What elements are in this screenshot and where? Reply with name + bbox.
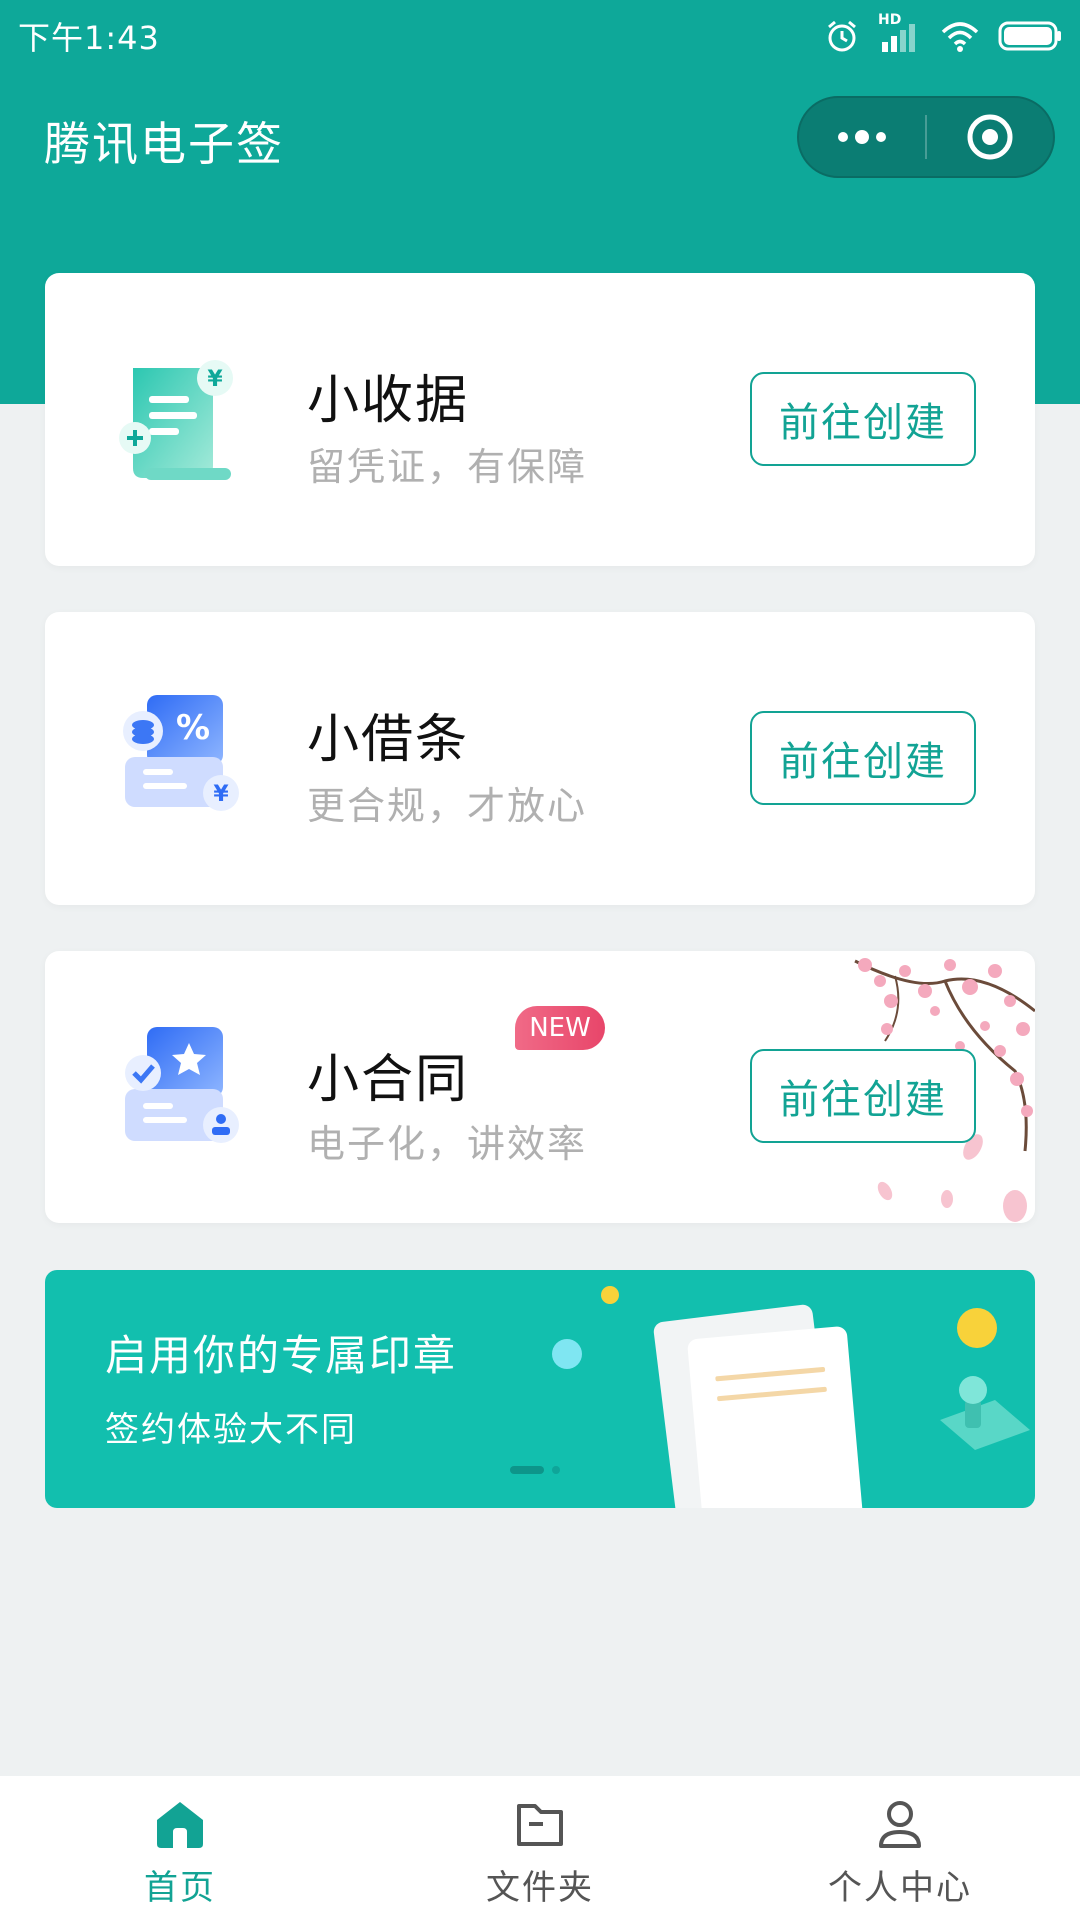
home-icon (157, 1802, 203, 1848)
banner-pagination (510, 1466, 560, 1474)
tab-label: 个人中心 (828, 1868, 972, 1908)
tab-label: 首页 (144, 1868, 216, 1908)
card-subtitle: 更合规，才放心 (307, 784, 588, 828)
wifi-icon (941, 22, 979, 52)
tab-profile[interactable]: 个人中心 (720, 1776, 1080, 1909)
bottom-tabbar: 首页 文件夹 个人中心 (0, 1776, 1080, 1920)
iou-card[interactable]: % ¥ 小借条 更合规，才放心 前往创建 (45, 612, 1035, 905)
new-badge: NEW (515, 1006, 605, 1050)
card-title: 小收据 (307, 371, 470, 431)
card-title: 小合同 (307, 1050, 470, 1110)
card-subtitle: 电子化，讲效率 (307, 1122, 588, 1166)
target-close-icon (967, 114, 1013, 160)
card-subtitle: 留凭证，有保障 (307, 445, 588, 489)
contract-icon (125, 1027, 239, 1143)
card-title: 小借条 (307, 710, 470, 770)
miniprogram-capsule (797, 96, 1055, 178)
banner-subtitle: 签约体验大不同 (105, 1410, 357, 1450)
pagination-dot-active (510, 1466, 544, 1474)
status-time: 下午1:43 (18, 19, 160, 57)
close-miniprogram-button[interactable] (927, 98, 1053, 176)
seal-promo-banner[interactable]: 启用你的专属印章 签约体验大不同 (45, 1270, 1035, 1508)
document-seal-illustration (552, 1286, 1030, 1508)
folder-icon (517, 1804, 563, 1846)
alarm-icon (828, 20, 856, 52)
more-dots-icon (838, 130, 886, 144)
svg-text:¥: ¥ (207, 367, 223, 392)
pagination-dot (552, 1466, 560, 1474)
battery-icon (998, 21, 1061, 51)
status-bar: 下午1:43 HD (0, 0, 1080, 72)
banner-title: 启用你的专属印章 (105, 1331, 458, 1380)
create-iou-button[interactable]: 前往创建 (750, 711, 976, 805)
receipt-card[interactable]: ¥ 小收据 留凭证，有保障 前往创建 (45, 273, 1035, 566)
create-receipt-button[interactable]: 前往创建 (750, 372, 976, 466)
receipt-icon: ¥ (119, 360, 233, 480)
svg-text:%: % (176, 708, 210, 748)
svg-text:¥: ¥ (213, 782, 229, 807)
tab-home[interactable]: 首页 (0, 1776, 360, 1909)
create-contract-button[interactable]: 前往创建 (750, 1049, 976, 1143)
cellular-signal-icon: HD (878, 12, 922, 54)
more-button[interactable] (799, 98, 925, 176)
tab-folder[interactable]: 文件夹 (360, 1776, 720, 1909)
iou-icon: % ¥ (123, 695, 239, 811)
status-icons: HD (824, 12, 1062, 54)
user-icon (879, 1801, 921, 1848)
page-title: 腾讯电子签 (44, 117, 284, 171)
tab-label: 文件夹 (486, 1868, 594, 1908)
contract-card[interactable]: 小合同 NEW 电子化，讲效率 前往创建 (45, 951, 1035, 1223)
